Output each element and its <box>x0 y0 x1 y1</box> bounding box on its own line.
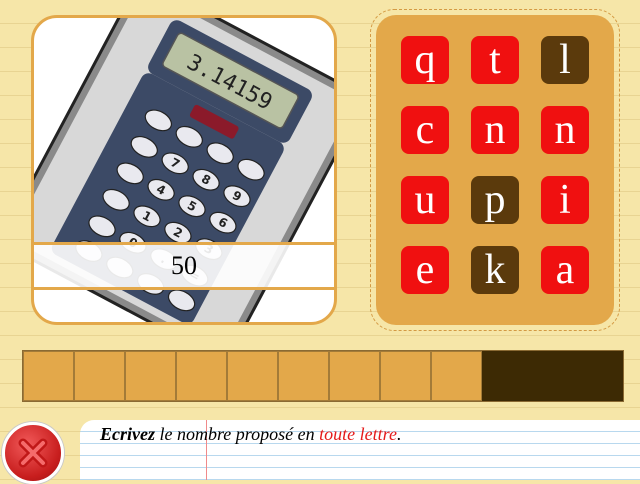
answer-slot[interactable] <box>23 351 74 401</box>
calculator-image-card: 3.14159 789 456 123 0.= 50 <box>31 15 337 325</box>
instruction-panel: Ecrivez le nombre proposé en toute lettr… <box>80 420 640 480</box>
answer-slot[interactable] <box>278 351 329 401</box>
instruction-verb: Ecrivez <box>100 424 155 444</box>
letter-panel: q t l c n n u p i e k a <box>370 9 620 331</box>
letter-tile[interactable]: n <box>541 106 589 154</box>
letter-tile[interactable]: i <box>541 176 589 224</box>
letter-tile[interactable]: t <box>471 36 519 84</box>
instruction-end: . <box>396 424 402 444</box>
answer-slot[interactable] <box>380 351 431 401</box>
answer-slot[interactable] <box>431 351 482 401</box>
instruction-body: le nombre proposé en <box>154 424 320 444</box>
answer-slot[interactable] <box>329 351 380 401</box>
letter-tile[interactable]: u <box>401 176 449 224</box>
answer-slot[interactable] <box>227 351 278 401</box>
close-button[interactable] <box>2 422 64 484</box>
answer-slot[interactable] <box>176 351 227 401</box>
instruction-text: Ecrivez le nombre proposé en toute lettr… <box>100 424 401 445</box>
answer-slots <box>22 350 624 402</box>
letter-tile[interactable]: e <box>401 246 449 294</box>
remaining-slot-area <box>482 351 623 401</box>
proposed-number: 50 <box>171 251 197 280</box>
instruction-highlight: toute lettre <box>319 424 397 444</box>
letter-tile[interactable]: p <box>471 176 519 224</box>
answer-slot[interactable] <box>125 351 176 401</box>
answer-slot[interactable] <box>74 351 125 401</box>
letter-tile[interactable]: a <box>541 246 589 294</box>
letter-tile[interactable]: c <box>401 106 449 154</box>
letter-tile[interactable]: n <box>471 106 519 154</box>
letter-tile[interactable]: k <box>471 246 519 294</box>
number-display: 50 <box>34 242 334 290</box>
letter-tile[interactable]: l <box>541 36 589 84</box>
letter-tile[interactable]: q <box>401 36 449 84</box>
close-icon <box>18 438 48 468</box>
